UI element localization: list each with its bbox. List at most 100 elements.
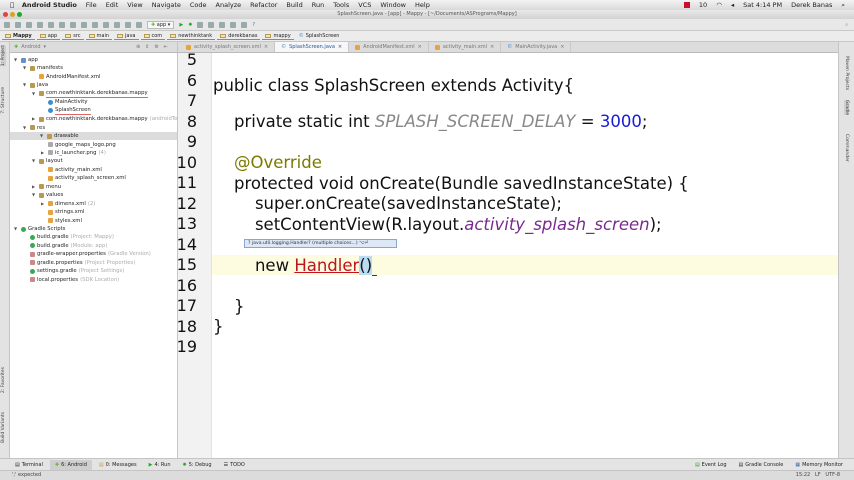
menu-build[interactable]: Build xyxy=(286,1,302,9)
tree-item[interactable]: gradle.properties (Project Properties) xyxy=(23,259,135,267)
user-name[interactable]: Derek Banas xyxy=(791,1,832,9)
memory-monitor-tool-button[interactable]: ▦ Memory Monitor xyxy=(790,460,848,470)
tree-item[interactable]: MainActivity xyxy=(41,98,89,106)
tree-item[interactable]: build.gradle (Project: Mappy) xyxy=(23,233,114,241)
tree-item[interactable]: SplashScreen xyxy=(41,107,93,116)
tree-item[interactable]: ▼ layout xyxy=(32,157,65,165)
project-view-selector[interactable]: Android xyxy=(21,44,40,50)
structure-tool-button[interactable]: 7: Structure xyxy=(1,87,6,114)
menu-run[interactable]: Run xyxy=(312,1,324,9)
volume-icon[interactable]: ◂ xyxy=(731,1,734,9)
chevron-down-icon[interactable]: ▾ xyxy=(44,44,47,50)
maven-projects-tool-button[interactable]: Maven Projects xyxy=(844,56,849,90)
tree-item[interactable]: activity_splash_screen.xml xyxy=(41,174,128,182)
tree-item[interactable]: ▼ Gradle Scripts xyxy=(14,225,67,233)
commander-tool-button[interactable]: Commander xyxy=(844,134,849,162)
menu-refactor[interactable]: Refactor xyxy=(250,1,277,9)
menu-navigate[interactable]: Navigate xyxy=(152,1,181,9)
sync-icon[interactable] xyxy=(26,21,32,28)
expand-arrow-icon[interactable]: ▼ xyxy=(23,81,28,89)
cut-icon[interactable] xyxy=(59,21,65,28)
code-line-17[interactable]: } xyxy=(213,297,245,317)
event-log-tool-button[interactable]: ▤ Event Log xyxy=(690,460,732,470)
crumb-com[interactable]: com xyxy=(140,33,166,40)
code-line-13[interactable]: setContentView(R.layout.activity_splash_… xyxy=(213,215,662,235)
panel-settings-icons[interactable]: ⊕⇕⚙⇤ xyxy=(136,44,173,50)
code-line-6[interactable]: public class SplashScreen extends Activi… xyxy=(213,76,574,96)
tree-item[interactable]: ▶ menu xyxy=(32,183,63,191)
debug-tool-button[interactable]: ✹ 5: Debug xyxy=(178,460,217,470)
code-line-18[interactable]: } xyxy=(213,317,224,337)
run-icon[interactable]: ▶ xyxy=(179,22,183,28)
redo-icon[interactable] xyxy=(48,21,54,28)
tree-item[interactable]: ▶ dimens.xml (2) xyxy=(41,200,95,208)
menu-edit[interactable]: Edit xyxy=(106,1,119,9)
expand-arrow-icon[interactable]: ▶ xyxy=(32,115,37,123)
tree-item[interactable]: ▶ com.newthinktank.derekbanas.mappy (andro… xyxy=(32,115,184,123)
expand-arrow-icon[interactable]: ▼ xyxy=(32,157,37,165)
zoom-icon[interactable] xyxy=(17,12,22,17)
crumb-src[interactable]: src xyxy=(62,33,84,40)
copy-icon[interactable] xyxy=(70,21,76,28)
expand-arrow-icon[interactable]: ▶ xyxy=(32,183,37,191)
tree-item[interactable]: styles.xml xyxy=(41,217,84,225)
apple-icon[interactable]:  xyxy=(10,1,14,9)
tree-item[interactable]: ▶ ic_launcher.png (4) xyxy=(41,149,106,157)
menu-vcs[interactable]: VCS xyxy=(358,1,371,9)
tree-item[interactable]: gradle-wrapper.properties (Gradle Version… xyxy=(23,250,151,258)
messages-tool-button[interactable]: ▤ 0: Messages xyxy=(94,460,142,470)
gradle-tool-button[interactable]: Gradle xyxy=(844,100,849,115)
avd-manager-icon[interactable] xyxy=(219,21,226,28)
tree-item[interactable]: ▼ java xyxy=(23,81,50,89)
crumb-mappy-pkg[interactable]: mappy xyxy=(262,33,294,40)
find-icon[interactable] xyxy=(92,21,98,28)
tree-item[interactable]: ▼ manifests xyxy=(23,64,65,72)
search-everywhere-icon[interactable]: ⌕ xyxy=(845,22,848,28)
open-icon[interactable] xyxy=(4,21,10,28)
tree-item[interactable]: settings.gradle (Project Settings) xyxy=(23,267,124,275)
tree-item[interactable]: ▼ values xyxy=(32,191,65,199)
menu-code[interactable]: Code xyxy=(190,1,207,9)
tree-item[interactable]: ▼ drawable xyxy=(10,132,177,141)
expand-arrow-icon[interactable]: ▶ xyxy=(41,149,46,157)
forward-icon[interactable] xyxy=(125,21,131,28)
clock[interactable]: Sat 4:14 PM xyxy=(743,1,782,9)
tree-item[interactable]: ▼ app xyxy=(14,56,40,64)
todo-tool-button[interactable]: ☰ TODO xyxy=(219,460,250,470)
crumb-newthinktank[interactable]: newthinktank xyxy=(167,33,216,40)
minimize-icon[interactable] xyxy=(10,12,15,17)
tree-item[interactable]: build.gradle (Module: app) xyxy=(23,242,107,250)
menu-view[interactable]: View xyxy=(127,1,142,9)
project-structure-icon[interactable] xyxy=(208,21,215,28)
debug-icon[interactable]: ✹ xyxy=(188,22,192,28)
run-tool-button[interactable]: ▶ 4: Run xyxy=(144,460,176,470)
expand-arrow-icon[interactable]: ▼ xyxy=(32,90,37,98)
import-hint-popup[interactable]: ? java.util.logging.Handler? (multiple c… xyxy=(244,239,397,248)
expand-arrow-icon[interactable]: ▼ xyxy=(40,132,45,140)
record-icon[interactable] xyxy=(683,2,690,8)
expand-arrow-icon[interactable]: ▼ xyxy=(23,64,28,72)
save-icon[interactable] xyxy=(15,21,21,28)
crumb-mappy[interactable]: Mappy xyxy=(2,33,35,40)
expand-arrow-icon[interactable]: ▼ xyxy=(14,56,19,64)
tree-item[interactable]: AndroidManifest.xml xyxy=(32,73,103,81)
tree-item[interactable]: google_maps_logo.png xyxy=(41,141,118,149)
code-line-15[interactable]: new Handler()​ xyxy=(213,256,378,276)
android-monitor-icon[interactable] xyxy=(241,21,248,28)
line-separator[interactable]: LF xyxy=(815,472,821,478)
crumb-derekbanas[interactable]: derekbanas xyxy=(217,33,261,40)
help-icon[interactable]: ? xyxy=(252,22,255,28)
terminal-tool-button[interactable]: ▤ Terminal xyxy=(10,460,48,470)
menu-tools[interactable]: Tools xyxy=(333,1,349,9)
code-line-11[interactable]: protected void onCreate(Bundle savedInst… xyxy=(213,174,689,194)
menu-window[interactable]: Window xyxy=(380,1,406,9)
expand-arrow-icon[interactable]: ▼ xyxy=(14,225,19,233)
menu-analyze[interactable]: Analyze xyxy=(216,1,242,9)
wifi-icon[interactable]: ◠ xyxy=(716,1,722,9)
tree-item[interactable]: strings.xml xyxy=(41,208,86,216)
code-line-8[interactable]: private static int SPLASH_SCREEN_DELAY =… xyxy=(213,112,647,132)
paste-icon[interactable] xyxy=(81,21,87,28)
close-icon[interactable] xyxy=(3,12,8,17)
crumb-main[interactable]: main xyxy=(85,33,113,40)
build-variants-tool-button[interactable]: Build Variants xyxy=(1,412,6,443)
